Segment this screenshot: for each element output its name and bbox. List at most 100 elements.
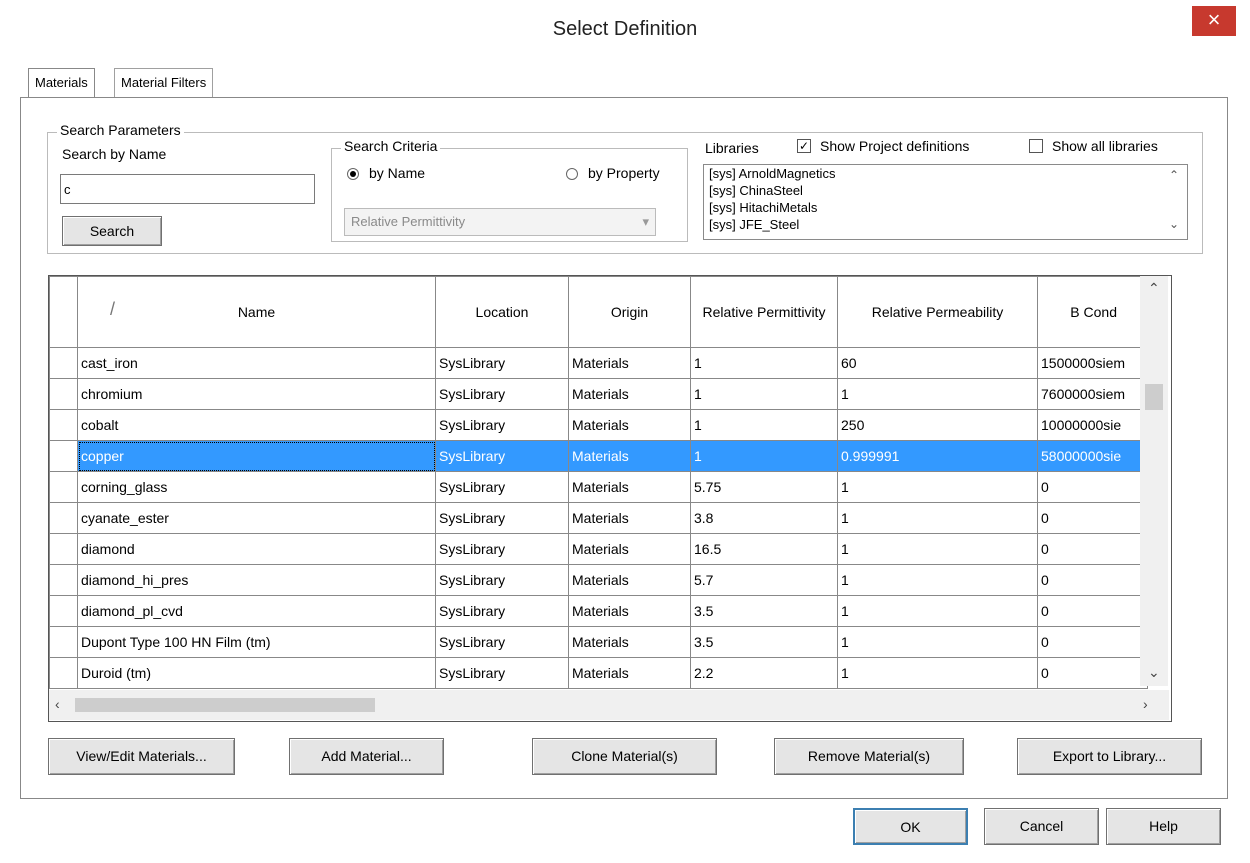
- cell-name: diamond: [77, 533, 436, 565]
- horizontal-scrollbar[interactable]: ‹ ›: [49, 690, 1169, 720]
- cell-conductivity: 0: [1037, 657, 1148, 689]
- table-row[interactable]: cobalt SysLibrary Materials 1 250 10000000sie: [49, 409, 1148, 441]
- show-all-libraries-label: Show all libraries: [1052, 138, 1158, 154]
- search-name-input[interactable]: [60, 174, 315, 204]
- tab-materials[interactable]: Materials: [28, 68, 95, 97]
- add-material-button[interactable]: Add Material...: [289, 738, 444, 775]
- property-select-value: Relative Permittivity: [351, 214, 466, 229]
- cell-origin: Materials: [568, 347, 691, 379]
- cell-location: SysLibrary: [435, 657, 569, 689]
- row-header[interactable]: [49, 378, 78, 410]
- title-bar: Select Definition ×: [0, 0, 1250, 58]
- table-row[interactable]: Duroid (tm) SysLibrary Materials 2.2 1 0: [49, 657, 1148, 689]
- close-button[interactable]: ×: [1192, 6, 1236, 36]
- row-header[interactable]: [49, 564, 78, 596]
- cell-permeability: 1: [837, 595, 1038, 627]
- cancel-button[interactable]: Cancel: [984, 808, 1099, 845]
- row-header[interactable]: [49, 502, 78, 534]
- scroll-down-arrow-icon[interactable]: ⌄: [1148, 664, 1160, 681]
- export-to-library-button[interactable]: Export to Library...: [1017, 738, 1202, 775]
- libraries-list[interactable]: [sys] ArnoldMagnetics [sys] ChinaSteel […: [703, 164, 1188, 240]
- cell-permittivity: 1: [690, 378, 838, 410]
- cell-location: SysLibrary: [435, 378, 569, 410]
- ok-button[interactable]: OK: [853, 808, 968, 845]
- search-button[interactable]: Search: [62, 216, 162, 246]
- column-header-relative-permittivity[interactable]: Relative Permittivity: [690, 276, 838, 348]
- cell-origin: Materials: [568, 533, 691, 565]
- view-edit-materials-button[interactable]: View/Edit Materials...: [48, 738, 235, 775]
- cell-location: SysLibrary: [435, 626, 569, 658]
- clone-materials-button[interactable]: Clone Material(s): [532, 738, 717, 775]
- scroll-up-arrow-icon[interactable]: ⌃: [1148, 280, 1160, 297]
- library-item[interactable]: [sys] ChinaSteel: [704, 182, 1187, 199]
- row-header[interactable]: [49, 595, 78, 627]
- cell-name: copper: [77, 440, 436, 472]
- cell-permittivity: 3.5: [690, 626, 838, 658]
- library-item[interactable]: [sys] ArnoldMagnetics: [704, 165, 1187, 182]
- remove-materials-button[interactable]: Remove Material(s): [774, 738, 964, 775]
- chevron-down-icon: ▾: [642, 214, 649, 229]
- cell-name: diamond_hi_pres: [77, 564, 436, 596]
- cell-conductivity: 0: [1037, 595, 1148, 627]
- scroll-left-arrow-icon[interactable]: ‹: [55, 696, 60, 712]
- search-by-name-label: Search by Name: [62, 146, 167, 162]
- show-project-label: Show Project definitions: [820, 138, 970, 154]
- table-row[interactable]: chromium SysLibrary Materials 1 1 7600000siem: [49, 378, 1148, 410]
- cell-permittivity: 5.7: [690, 564, 838, 596]
- cell-name: Duroid (tm): [77, 657, 436, 689]
- cell-origin: Materials: [568, 564, 691, 596]
- cell-location: SysLibrary: [435, 347, 569, 379]
- cell-name: cobalt: [77, 409, 436, 441]
- table-row[interactable]: cast_iron SysLibrary Materials 1 60 1500000si…: [49, 347, 1148, 379]
- property-select: Relative Permittivity ▾: [344, 208, 656, 236]
- column-header-location[interactable]: Location: [435, 276, 569, 348]
- column-header-bulk-conductivity[interactable]: B Cond: [1037, 276, 1148, 348]
- cell-origin: Materials: [568, 471, 691, 503]
- table-row[interactable]: corning_glass SysLibrary Materials 5.75 1 0: [49, 471, 1148, 503]
- help-button[interactable]: Help: [1106, 808, 1221, 845]
- by-property-radio[interactable]: [566, 168, 578, 180]
- cell-conductivity: 0: [1037, 502, 1148, 534]
- table-row[interactable]: cyanate_ester SysLibrary Materials 3.8 1 0: [49, 502, 1148, 534]
- row-header[interactable]: [49, 471, 78, 503]
- tab-material-filters[interactable]: Material Filters: [114, 68, 214, 97]
- cell-location: SysLibrary: [435, 502, 569, 534]
- row-header[interactable]: [49, 626, 78, 658]
- table-row-selected[interactable]: copper SysLibrary Materials 1 0.999991 580000…: [49, 440, 1148, 472]
- libraries-label: Libraries: [705, 140, 759, 156]
- cell-origin: Materials: [568, 378, 691, 410]
- vertical-scrollbar[interactable]: ⌃ ⌄: [1140, 276, 1168, 686]
- table-row[interactable]: diamond_hi_pres SysLibrary Materials 5.7 1 0: [49, 564, 1148, 596]
- scroll-down-icon[interactable]: ⌄: [1169, 217, 1179, 231]
- cell-location: SysLibrary: [435, 595, 569, 627]
- cell-permittivity: 1: [690, 409, 838, 441]
- cell-permittivity: 5.75: [690, 471, 838, 503]
- row-header[interactable]: [49, 533, 78, 565]
- cell-permeability: 1: [837, 657, 1038, 689]
- show-all-libraries-checkbox[interactable]: [1029, 139, 1043, 153]
- column-header-name[interactable]: / Name: [77, 276, 436, 348]
- table-row[interactable]: diamond_pl_cvd SysLibrary Materials 3.5 1 0: [49, 595, 1148, 627]
- cell-origin: Materials: [568, 440, 691, 472]
- materials-grid[interactable]: / Name Location Origin Relative Permitti…: [48, 275, 1172, 722]
- table-row[interactable]: diamond SysLibrary Materials 16.5 1 0: [49, 533, 1148, 565]
- cell-name: chromium: [77, 378, 436, 410]
- cell-conductivity: 0: [1037, 471, 1148, 503]
- library-item[interactable]: [sys] HitachiMetals: [704, 199, 1187, 216]
- dialog-title: Select Definition: [552, 18, 698, 40]
- row-header[interactable]: [49, 440, 78, 472]
- show-project-checkbox[interactable]: ✓: [797, 139, 811, 153]
- horizontal-scroll-thumb[interactable]: [75, 698, 375, 712]
- column-header-relative-permeability[interactable]: Relative Permeability: [837, 276, 1038, 348]
- row-header[interactable]: [49, 657, 78, 689]
- row-header[interactable]: [49, 409, 78, 441]
- vertical-scroll-thumb[interactable]: [1145, 384, 1163, 410]
- by-name-radio[interactable]: [347, 168, 359, 180]
- row-header[interactable]: [49, 347, 78, 379]
- table-row[interactable]: Dupont Type 100 HN Film (tm) SysLibrary Ma…: [49, 626, 1148, 658]
- column-header-origin[interactable]: Origin: [568, 276, 691, 348]
- scroll-right-arrow-icon[interactable]: ›: [1143, 696, 1148, 712]
- library-item[interactable]: [sys] JFE_Steel: [704, 216, 1187, 233]
- cell-permittivity: 1: [690, 440, 838, 472]
- scroll-up-icon[interactable]: ⌃: [1169, 168, 1179, 182]
